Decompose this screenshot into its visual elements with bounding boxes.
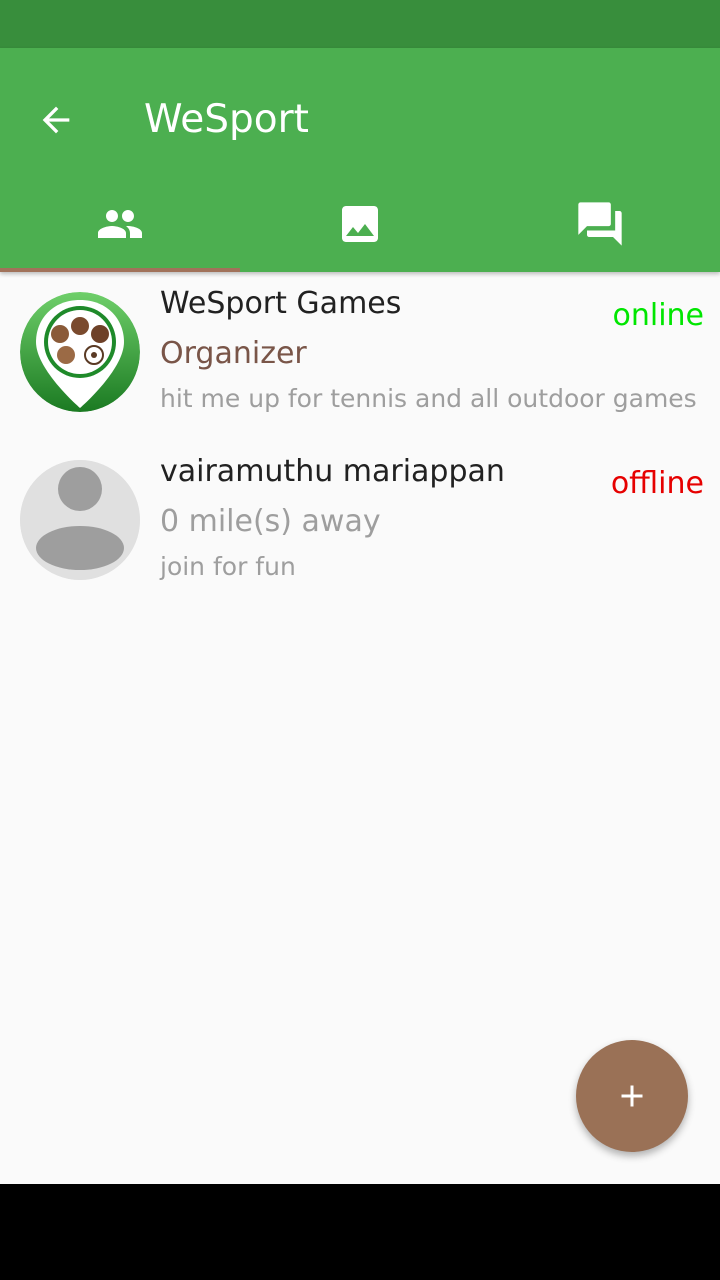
app-title: WeSport (144, 97, 309, 142)
list-item[interactable]: WeSport Games Organizer hit me up for te… (0, 272, 720, 440)
member-description: join for fun (160, 552, 296, 581)
add-button[interactable] (576, 1040, 688, 1152)
status-online: online (612, 298, 704, 333)
people-icon (98, 210, 142, 238)
member-role: Organizer (160, 336, 307, 371)
chat-icon (578, 202, 622, 246)
status-bar (0, 0, 720, 48)
image-icon (342, 206, 378, 242)
navigation-bar (0, 1184, 720, 1280)
status-offline: offline (610, 466, 704, 501)
default-person-avatar (20, 460, 140, 580)
person-icon (20, 460, 140, 580)
member-distance: 0 mile(s) away (160, 504, 381, 539)
member-name: WeSport Games (160, 286, 402, 321)
plus-icon (621, 1085, 643, 1107)
tab-chat[interactable] (480, 176, 720, 272)
member-description: hit me up for tennis and all outdoor gam… (160, 384, 697, 413)
back-button[interactable] (24, 92, 88, 148)
wesport-logo (20, 292, 140, 412)
arrow-back-icon (42, 106, 70, 134)
app-bar: WeSport (0, 48, 720, 272)
tab-members[interactable] (0, 176, 240, 272)
list-item[interactable]: vairamuthu mariappan 0 mile(s) away join… (0, 440, 720, 608)
tab-photos[interactable] (240, 176, 480, 272)
member-name: vairamuthu mariappan (160, 454, 505, 489)
